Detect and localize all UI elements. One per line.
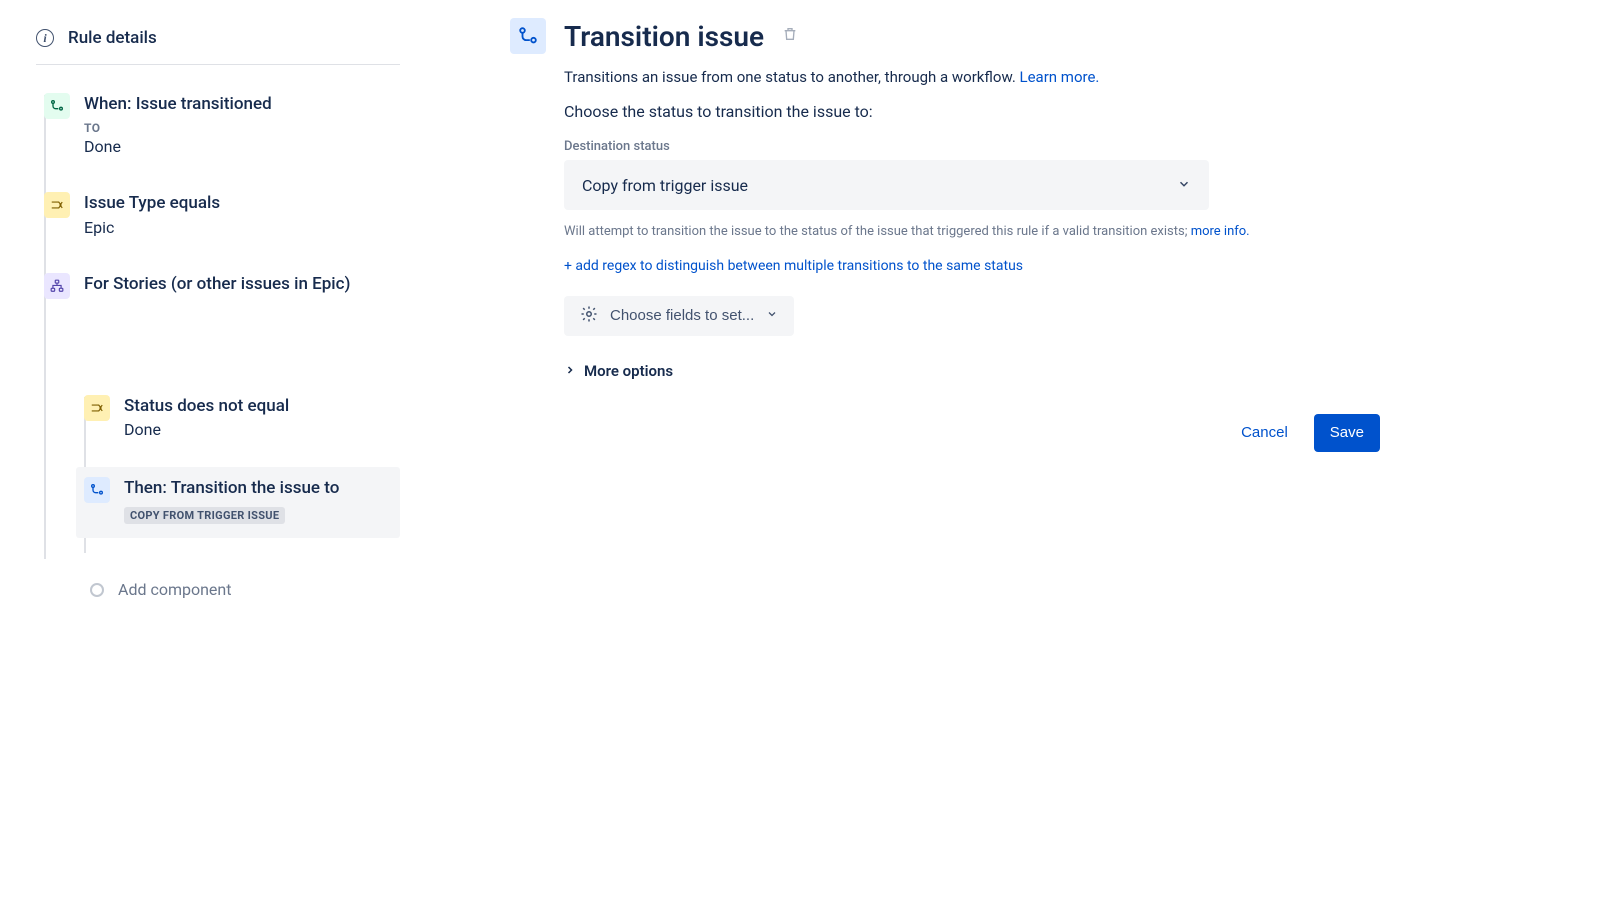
main-panel: Transition issue Transitions an issue fr…: [400, 0, 1420, 599]
node-sub: Done: [84, 137, 400, 156]
chevron-down-icon: [1177, 177, 1191, 194]
choose-fields-button[interactable]: Choose fields to set...: [564, 296, 794, 336]
gear-icon: [580, 305, 598, 327]
rule-node-trigger[interactable]: When: Issue transitioned TO Done: [44, 85, 400, 184]
node-sub: Done: [124, 420, 400, 439]
node-sub-label: TO: [84, 121, 400, 135]
node-title: Status does not equal: [124, 395, 400, 419]
chevron-down-icon: [766, 308, 778, 323]
status-lozenge: COPY FROM TRIGGER ISSUE: [124, 507, 285, 524]
choose-fields-label: Choose fields to set...: [610, 307, 754, 324]
node-title: Then: Transition the issue to: [124, 477, 392, 501]
destination-status-label: Destination status: [564, 139, 1380, 154]
more-info-link[interactable]: more info.: [1191, 224, 1250, 239]
instruction: Choose the status to transition the issu…: [564, 102, 1380, 121]
more-options-label: More options: [584, 362, 673, 380]
chevron-right-icon: [564, 362, 576, 380]
rule-node-branch[interactable]: For Stories (or other issues in Epic): [44, 265, 400, 327]
node-title: When: Issue transitioned: [84, 93, 400, 117]
rule-node-action-transition[interactable]: Then: Transition the issue to COPY FROM …: [76, 467, 400, 538]
helper-text: Will attempt to transition the issue to …: [564, 222, 1380, 242]
rule-node-condition-status[interactable]: Status does not equal Done: [84, 387, 400, 468]
destination-status-select[interactable]: Copy from trigger issue: [564, 160, 1209, 210]
condition-icon: [84, 395, 110, 421]
description: Transitions an issue from one status to …: [564, 68, 1380, 86]
add-regex-link[interactable]: + add regex to distinguish between multi…: [564, 258, 1023, 274]
learn-more-link[interactable]: Learn more.: [1020, 68, 1100, 86]
trash-icon[interactable]: [782, 26, 798, 46]
plus-circle-icon: [90, 583, 104, 597]
save-button[interactable]: Save: [1314, 414, 1380, 452]
node-sub: Epic: [84, 218, 400, 237]
rule-sidebar: i Rule details When: Issue transitioned …: [0, 0, 400, 599]
rule-details-header[interactable]: i Rule details: [36, 28, 400, 65]
rule-details-label: Rule details: [68, 28, 157, 48]
transition-icon: [510, 18, 546, 54]
add-component-label: Add component: [118, 580, 231, 599]
select-value: Copy from trigger issue: [582, 176, 748, 195]
info-icon: i: [36, 29, 54, 47]
transition-icon: [84, 477, 110, 503]
rule-node-condition-issuetype[interactable]: Issue Type equals Epic: [44, 184, 400, 265]
node-title: For Stories (or other issues in Epic): [84, 273, 400, 297]
transition-icon: [44, 93, 70, 119]
page-title: Transition issue: [564, 20, 764, 53]
add-component-button[interactable]: Add component: [84, 580, 400, 599]
branch-icon: [44, 273, 70, 299]
cancel-button[interactable]: Cancel: [1225, 414, 1304, 452]
condition-icon: [44, 192, 70, 218]
node-title: Issue Type equals: [84, 192, 400, 216]
more-options-toggle[interactable]: More options: [564, 362, 1380, 380]
